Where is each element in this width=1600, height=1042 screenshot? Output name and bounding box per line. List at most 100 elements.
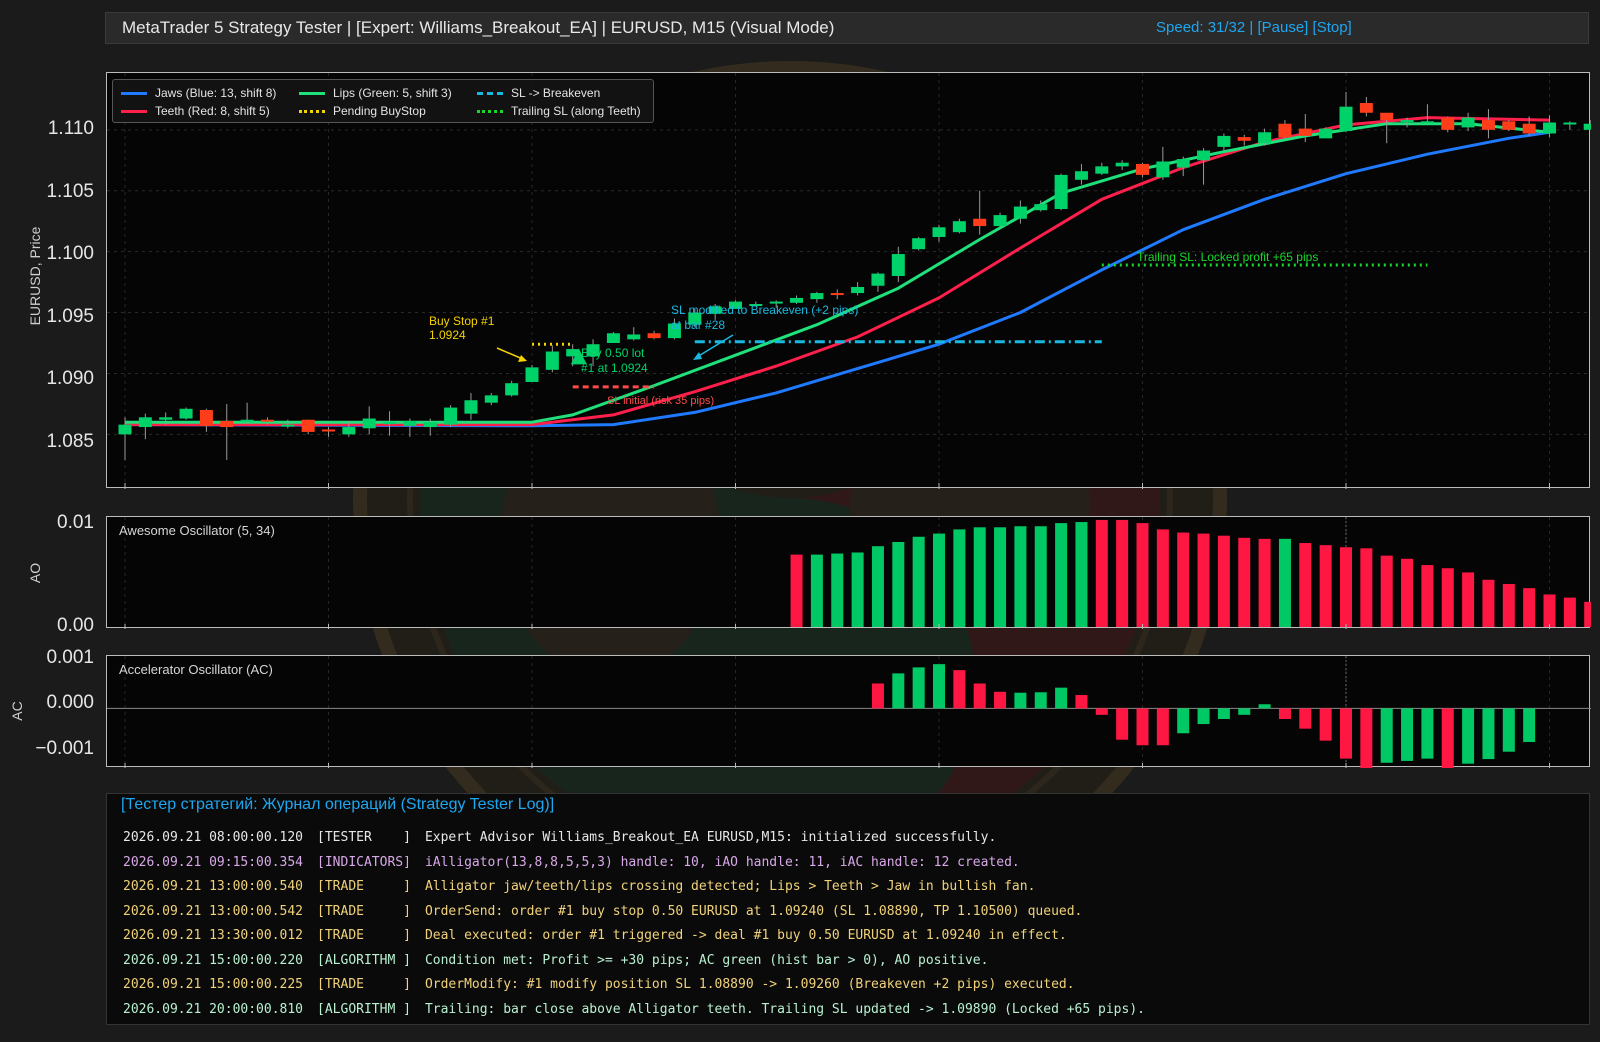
ac-bar [953,670,966,709]
ao-bar [1441,568,1454,627]
legend-sl-breakeven-label: SL -> Breakeven [511,86,601,100]
candle-body [912,238,926,250]
ao-histogram [124,517,1591,629]
price-chart-panel[interactable]: Buy Stop #1 1.0924 Buy 0.50 lot #1 at 1.092… [106,72,1591,489]
ao-panel[interactable]: Awesome Oscillator (5, 34) [106,516,1591,629]
candle-body [1074,171,1088,180]
candle-body [342,427,356,435]
playback-controls: Speed: 31/32 | [Pause] [Stop] [1156,19,1352,36]
log-timestamp: 2026.09.21 20:00:00.810 [123,1001,304,1017]
candle-body [1583,123,1591,130]
ac-bar [1441,708,1454,768]
candle-body [505,383,519,396]
sl-be-annotation-bar: at bar #28 [671,318,725,332]
candle-body [179,408,193,419]
ac-bar [871,683,884,709]
ac-bar [892,673,905,709]
candle-body [1095,166,1109,174]
candle-body [444,407,458,425]
ac-bar [1197,708,1210,725]
strategy-tester-log[interactable]: [Тестер стратегий: Журнал операций (Stra… [106,793,1590,1025]
log-timestamp: 2026.09.21 08:00:00.120 [123,830,304,845]
ac-bar [1278,708,1291,719]
ac-bar [994,691,1007,709]
candle-body [484,395,498,403]
candle-body [1461,117,1475,128]
candle-body [1298,128,1312,136]
log-row: 2026.09.21 15:00:00.225 [TRADE ] OrderModi… [123,973,1145,998]
candle-body [1400,120,1414,123]
log-timestamp: 2026.09.21 13:30:00.012 [123,928,304,943]
log-timestamp: 2026.09.21 13:00:00.540 [123,879,304,894]
ac-bar [1075,695,1088,709]
ac-bar [1482,708,1495,760]
candle-body [1054,174,1068,209]
candle-body [159,417,173,420]
ac-panel[interactable]: Accelerator Oscillator (AC) [106,655,1591,768]
tester-title-bar: MetaTrader 5 Strategy Tester | [Expert: … [105,12,1589,44]
ao-bar [1136,523,1149,627]
window-title: MetaTrader 5 Strategy Tester | [Expert: … [122,18,835,37]
log-message: Alligator jaw/teeth/lips crossing detect… [424,879,1036,894]
candle-body [647,333,661,339]
log-source-tag: [TRADE ] [317,977,411,992]
log-message: Expert Advisor Williams_Breakout_EA EURU… [424,830,997,845]
log-source-tag: [ALGORITHM ] [317,952,411,968]
candle-body [1481,120,1495,130]
log-source-tag: [TRADE ] [317,903,411,919]
log-row: 2026.09.21 13:30:00.012 [TRADE ] Deal exec… [123,924,1145,949]
candle-body [1441,117,1455,130]
ao-bar [994,527,1007,627]
ac-bar [1116,708,1129,740]
buystop-arrowhead [518,355,527,362]
ao-bar [810,554,823,627]
ac-bar [1421,708,1434,759]
ao-bar [1401,558,1414,627]
chart-legend: Jaws (Blue: 13, shift 8) Teeth (Red: 8, … [112,79,654,123]
ao-bar [1055,523,1068,627]
ac-histogram [107,656,1591,768]
ao-bar [1156,529,1169,627]
pause-button[interactable]: [Pause] [1257,19,1308,36]
candle-body [1156,161,1170,178]
ac-bar [1502,708,1515,752]
ao-bar [1177,532,1190,627]
candle-body [1563,122,1577,125]
alligator-teeth-line [125,116,1550,427]
legend-jaws-label: Jaws (Blue: 13, shift 8) [155,86,277,100]
ac-tick-label: 0.000 [46,692,94,713]
sl-be-arrow [696,334,734,358]
ao-bar [1095,519,1108,627]
ao-bar [831,553,844,627]
speed-control[interactable]: Speed: 31/32 [1156,19,1245,36]
candle-body [1319,128,1333,139]
stop-button[interactable]: [Stop] [1313,19,1352,36]
ao-bar [1462,572,1475,627]
ao-bar [1014,526,1027,627]
ao-title: Awesome Oscillator (5, 34) [119,523,275,538]
candle-body [627,334,641,340]
candle-body [973,218,987,227]
ao-bar [1299,543,1312,627]
log-row: 2026.09.21 15:00:00.220 [ALGORITHM ] Condi… [123,949,1145,974]
ac-bar [1095,708,1108,715]
ac-bar [1136,708,1149,746]
log-row: 2026.09.21 13:00:00.540 [TRADE ] Alligator… [123,875,1145,900]
candle-body [545,351,559,370]
log-row: 2026.09.21 09:15:00.354 [INDICATORS] iAlli… [123,851,1145,876]
ao-bar [1197,533,1210,627]
candle-body [1339,106,1353,132]
candle-body [810,293,824,300]
legend-trailing-label: Trailing SL (along Teeth) [511,104,641,118]
candle-body [851,286,865,294]
ac-bar [1319,708,1332,741]
price-tick-label: 1.100 [46,243,94,264]
ao-bar [892,541,905,627]
ac-bar [1055,687,1068,709]
legend-jaws: Jaws (Blue: 13, shift 8) [121,86,276,100]
log-message: Deal executed: order #1 triggered -> dea… [424,928,1067,943]
ac-bar [912,667,925,709]
ac-tick-label: −0.001 [35,738,94,759]
candle-body [1136,163,1149,175]
ac-bar [1217,708,1230,719]
